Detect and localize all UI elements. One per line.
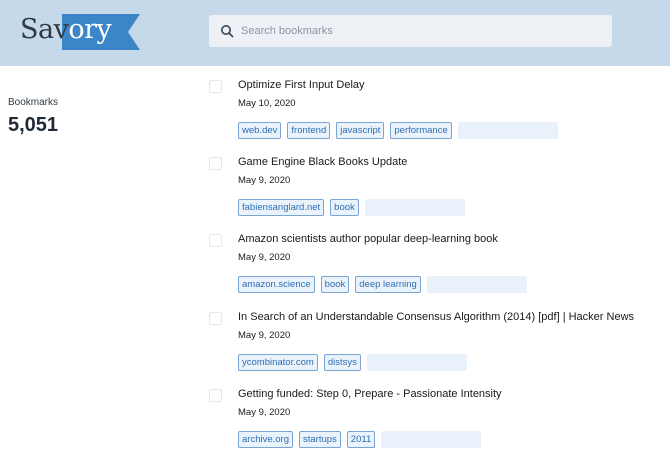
search-icon [221, 25, 234, 38]
logo[interactable]: Savory [20, 13, 140, 50]
bookmark-date: May 9, 2020 [238, 329, 291, 341]
bookmark-checkbox[interactable] [209, 234, 222, 248]
bookmarks-count: 5,051 [8, 114, 59, 136]
bookmark-tags: web.dev frontend javascript performance [238, 122, 558, 139]
bookmark-date: May 9, 2020 [238, 175, 291, 187]
logo-text-part1: Sav [20, 14, 69, 45]
bookmark-item: Optimize First Input Delay May 10, 2020 … [205, 74, 670, 151]
tag[interactable]: book [330, 199, 359, 217]
bookmark-date: May 9, 2020 [238, 406, 291, 418]
tag[interactable]: amazon.science [238, 276, 315, 294]
bookmark-date: May 10, 2020 [238, 98, 296, 109]
bookmark-item: Amazon scientists author popular deep-le… [205, 228, 670, 305]
bookmark-tags: archive.org startups 2011 [238, 430, 482, 448]
tag[interactable]: deep learning [355, 276, 421, 294]
bookmark-tags: ycombinator.com distsys [238, 353, 467, 371]
tag[interactable]: frontend [287, 122, 331, 139]
bookmark-stats: Bookmarks 5,051 [8, 96, 58, 138]
add-tag-input[interactable] [457, 122, 558, 139]
tag[interactable]: ycombinator.com [238, 353, 318, 371]
bookmark-item: In Search of an Understandable Consensus… [205, 306, 670, 383]
tag[interactable]: distsys [323, 353, 361, 371]
bookmark-item: Game Engine Black Books Update May 9, 20… [205, 151, 670, 228]
bookmark-tags: amazon.science book deep learning [238, 276, 527, 294]
tag[interactable]: performance [390, 122, 452, 139]
app-header: Savory [0, 0, 670, 66]
tag[interactable]: 2011 [346, 430, 376, 448]
bookmark-title[interactable]: In Search of an Understandable Consensus… [238, 310, 634, 324]
add-tag-input[interactable] [426, 276, 527, 294]
bookmark-tags: fabiensanglard.net book [238, 199, 465, 217]
logo-text-part2: ory [68, 14, 112, 45]
bookmark-title[interactable]: Game Engine Black Books Update [238, 155, 407, 169]
bookmark-date: May 9, 2020 [238, 252, 291, 264]
add-tag-input[interactable] [364, 199, 465, 217]
tag[interactable]: startups [299, 430, 341, 448]
logo-wordmark: Savory [20, 13, 112, 47]
tag[interactable]: fabiensanglard.net [238, 199, 325, 217]
bookmark-item: Getting funded: Step 0, Prepare - Passio… [205, 383, 670, 460]
bookmark-title[interactable]: Getting funded: Step 0, Prepare - Passio… [238, 387, 502, 401]
bookmark-checkbox[interactable] [209, 388, 222, 402]
bookmark-title[interactable]: Optimize First Input Delay [238, 78, 365, 92]
bookmark-checkbox[interactable] [209, 311, 222, 325]
add-tag-input[interactable] [366, 353, 467, 371]
bookmark-title[interactable]: Amazon scientists author popular deep-le… [238, 232, 498, 246]
tag[interactable]: archive.org [238, 430, 293, 448]
bookmark-checkbox[interactable] [209, 80, 222, 93]
tag[interactable]: javascript [336, 122, 385, 139]
search-input[interactable] [241, 15, 601, 47]
tag[interactable]: book [320, 276, 350, 294]
search-box[interactable] [209, 15, 612, 47]
bookmarks-label: Bookmarks [8, 97, 59, 108]
tag[interactable]: web.dev [238, 122, 282, 139]
bookmark-checkbox[interactable] [209, 157, 222, 171]
add-tag-input[interactable] [381, 430, 482, 448]
bookmark-list: Optimize First Input Delay May 10, 2020 … [205, 74, 670, 460]
